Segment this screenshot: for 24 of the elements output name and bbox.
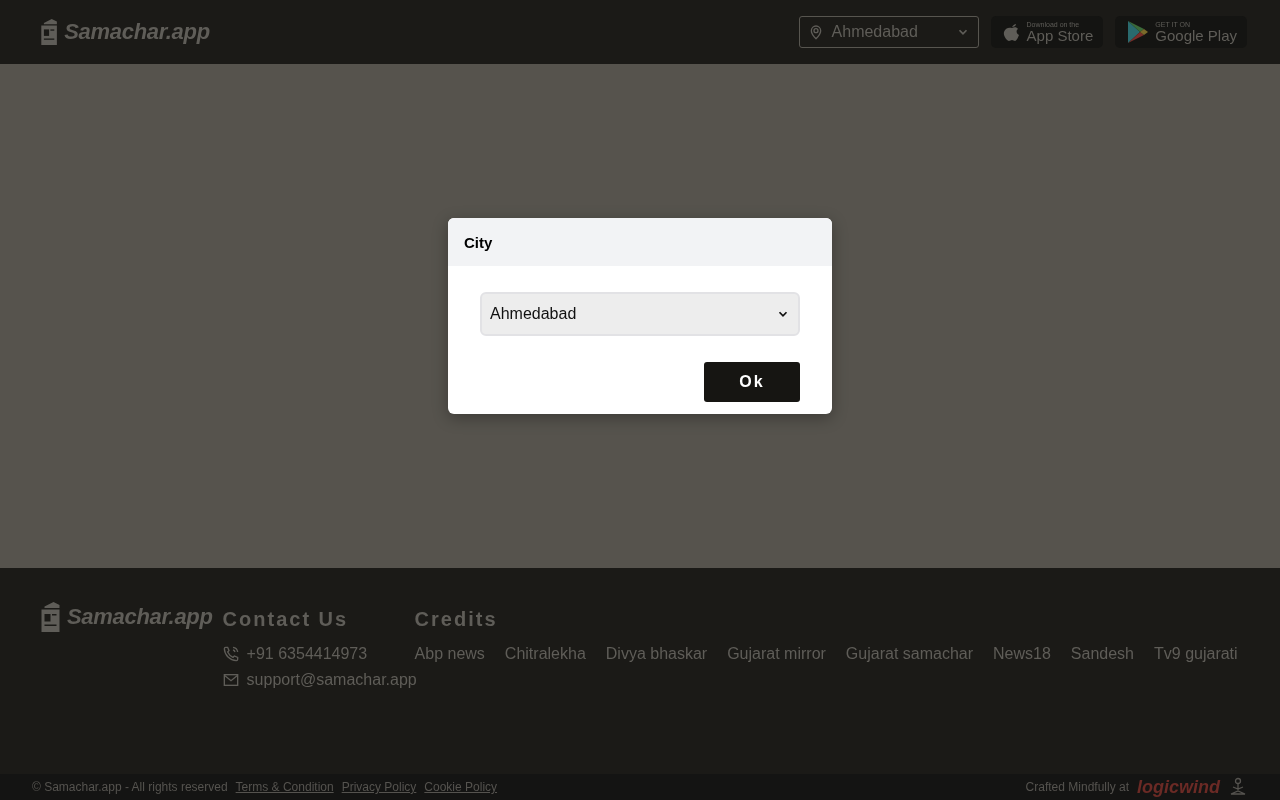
credit-link[interactable]: Gujarat samachar bbox=[845, 645, 974, 663]
footer-link[interactable]: Terms & Condition bbox=[235, 780, 334, 794]
credit-link[interactable]: News18 bbox=[993, 645, 1051, 663]
credit-link[interactable]: Abp news bbox=[414, 645, 485, 663]
copyright-text: © Samachar.app - All rights reserved bbox=[32, 780, 228, 794]
logo-text[interactable]: Samachar.app bbox=[64, 19, 210, 45]
city-select[interactable]: Ahmedabad bbox=[480, 292, 800, 336]
footer-link[interactable]: Privacy Policy bbox=[341, 780, 417, 794]
brand-logo-text[interactable]: logicwind bbox=[1137, 776, 1220, 798]
footer-link[interactable]: Cookie Policy bbox=[424, 780, 498, 794]
credit-link[interactable]: Divya bhaskar bbox=[605, 645, 708, 663]
credit-link[interactable]: Tv9 gujarati bbox=[1154, 645, 1238, 663]
contact-text[interactable]: support@samachar.app bbox=[246, 671, 417, 689]
ok-button[interactable]: Ok bbox=[704, 362, 800, 402]
crafted-text: Crafted Mindfully at bbox=[1025, 780, 1129, 794]
credit-link[interactable]: Sandesh bbox=[1070, 645, 1134, 663]
city-select[interactable]: Ahmedabad bbox=[798, 16, 979, 48]
contact-heading: Contact Us bbox=[222, 608, 350, 631]
dialog-title: City bbox=[448, 218, 832, 266]
credits-heading: Credits bbox=[414, 608, 499, 631]
credit-link[interactable]: Chitralekha bbox=[504, 645, 586, 663]
logo-text[interactable]: Samachar.app bbox=[67, 604, 213, 630]
contact-text[interactable]: +91 6354414973 bbox=[246, 645, 368, 663]
credit-link[interactable]: Gujarat mirror bbox=[727, 645, 826, 663]
